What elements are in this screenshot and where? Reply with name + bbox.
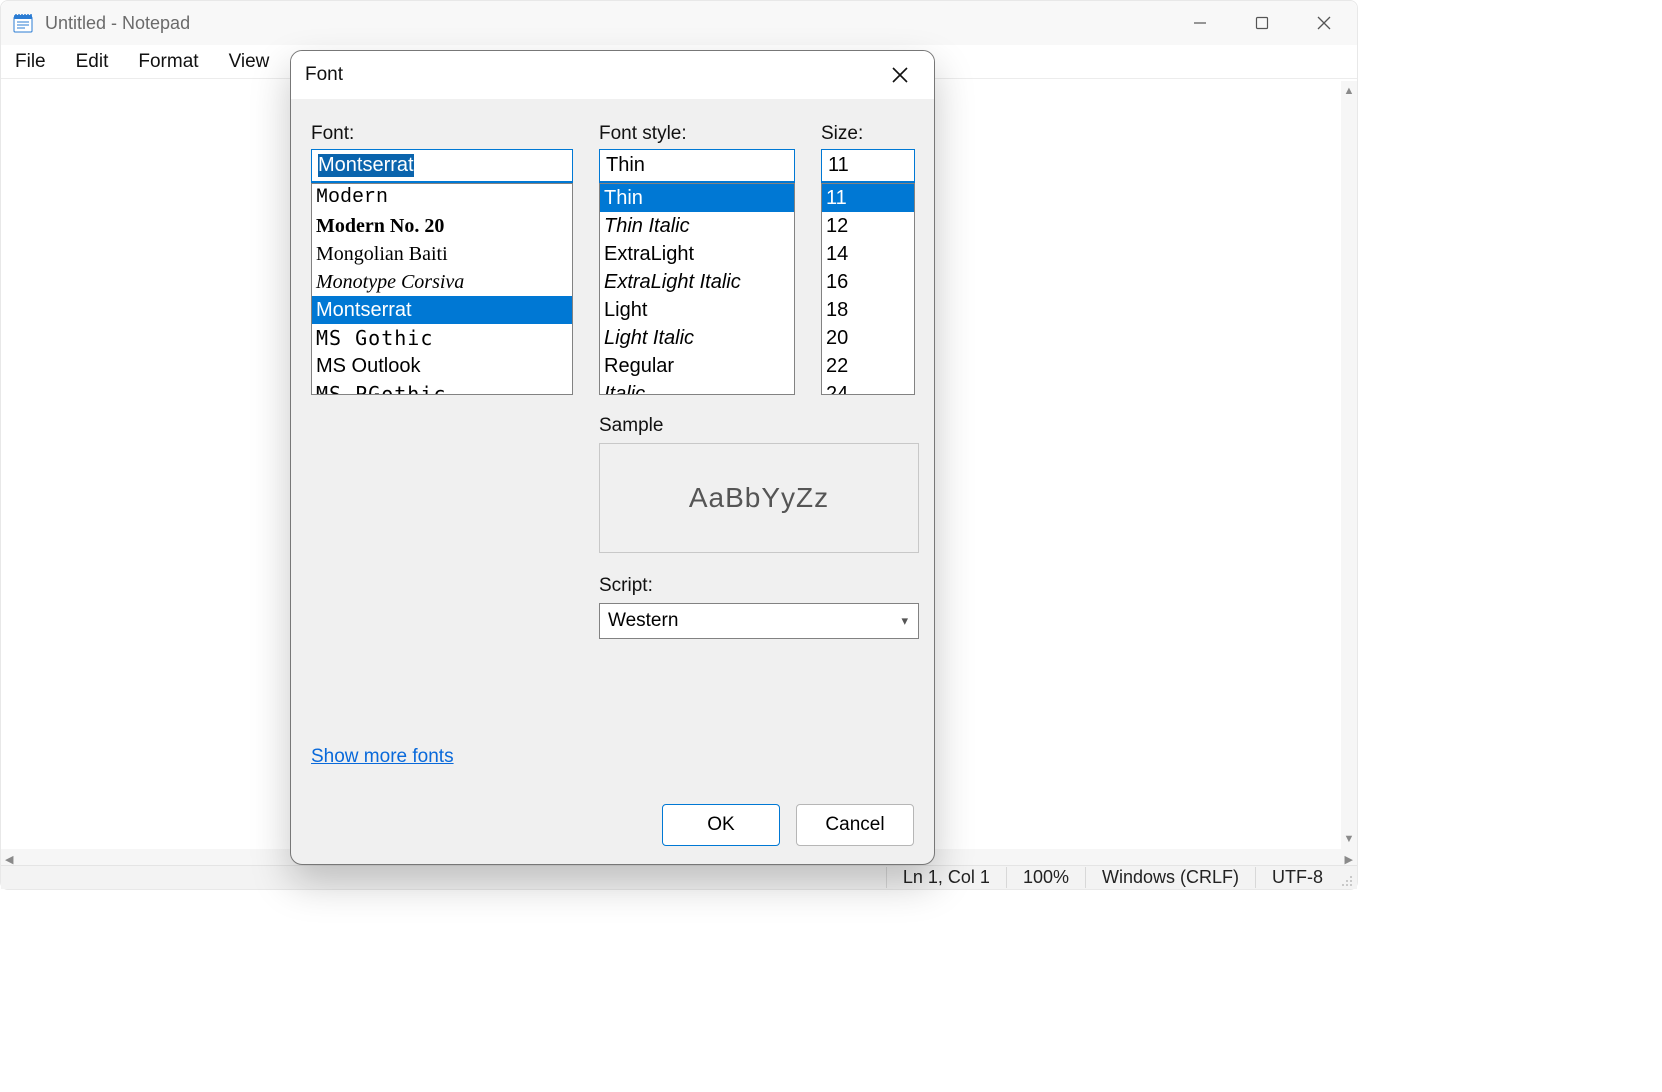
style-input[interactable] [599, 149, 795, 183]
size-listbox[interactable]: 1112141618202224 [821, 183, 915, 395]
menu-view[interactable]: View [225, 49, 274, 75]
chevron-down-icon: ▾ [901, 613, 908, 629]
scroll-right-icon[interactable]: ▶ [1345, 853, 1353, 866]
close-button[interactable] [1295, 3, 1353, 43]
style-label: Font style: [599, 123, 795, 145]
maximize-button[interactable] [1233, 3, 1291, 43]
font-listbox[interactable]: ModernModern No. 20Mongolian BaitiMonoty… [311, 183, 573, 395]
status-encoding: UTF-8 [1255, 867, 1339, 888]
menu-file[interactable]: File [11, 49, 50, 75]
font-option[interactable]: Modern [312, 184, 572, 212]
titlebar[interactable]: Untitled - Notepad [1, 1, 1357, 45]
menu-edit[interactable]: Edit [72, 49, 113, 75]
notepad-icon [11, 11, 35, 35]
style-option[interactable]: Thin Italic [600, 212, 794, 240]
show-more-fonts-link[interactable]: Show more fonts [311, 746, 454, 768]
scroll-up-icon[interactable]: ▲ [1344, 85, 1355, 97]
status-zoom: 100% [1006, 867, 1085, 888]
script-value: Western [608, 610, 678, 632]
sample-group: Sample AaBbYyZz [599, 415, 919, 553]
size-option[interactable]: 18 [822, 296, 914, 324]
window-title: Untitled - Notepad [45, 13, 1171, 34]
size-option[interactable]: 22 [822, 352, 914, 380]
status-cursor: Ln 1, Col 1 [886, 867, 1006, 888]
size-input[interactable] [821, 149, 915, 183]
scroll-left-icon[interactable]: ◀ [5, 853, 13, 866]
font-option[interactable]: MS Gothic [312, 324, 572, 352]
size-option[interactable]: 20 [822, 324, 914, 352]
vertical-scrollbar[interactable]: ▲ ▼ [1341, 81, 1357, 849]
dialog-body: Font: ModernModern No. 20Mongolian Baiti… [291, 99, 934, 864]
font-picker: Font: ModernModern No. 20Mongolian Baiti… [311, 123, 573, 395]
resize-grip-icon[interactable] [1339, 871, 1355, 887]
ok-button[interactable]: OK [662, 804, 780, 846]
font-option[interactable]: Modern No. 20 [312, 212, 572, 240]
dialog-buttons: OK Cancel [662, 804, 914, 846]
size-option[interactable]: 16 [822, 268, 914, 296]
style-option[interactable]: Light Italic [600, 324, 794, 352]
menu-format[interactable]: Format [134, 49, 202, 75]
style-picker: Font style: ThinThin ItalicExtraLightExt… [599, 123, 795, 395]
style-listbox[interactable]: ThinThin ItalicExtraLightExtraLight Ital… [599, 183, 795, 395]
font-option[interactable]: Monotype Corsiva [312, 268, 572, 296]
font-label: Font: [311, 123, 573, 145]
style-option[interactable]: Regular [600, 352, 794, 380]
style-option[interactable]: ExtraLight [600, 240, 794, 268]
size-option[interactable]: 12 [822, 212, 914, 240]
size-option[interactable]: 14 [822, 240, 914, 268]
font-option[interactable]: MS PGothic [312, 380, 572, 395]
style-option[interactable]: Light [600, 296, 794, 324]
cancel-button[interactable]: Cancel [796, 804, 914, 846]
font-option[interactable]: Mongolian Baiti [312, 240, 572, 268]
size-label: Size: [821, 123, 915, 145]
scroll-down-icon[interactable]: ▼ [1344, 833, 1355, 845]
minimize-button[interactable] [1171, 3, 1229, 43]
style-option[interactable]: Italic [600, 380, 794, 395]
dialog-title: Font [305, 64, 880, 86]
font-option[interactable]: Montserrat [312, 296, 572, 324]
status-lineending: Windows (CRLF) [1085, 867, 1255, 888]
font-dialog: Font Font: ModernModern No. 20Mongolian … [290, 50, 935, 865]
sample-label: Sample [599, 415, 919, 437]
close-icon [891, 66, 909, 84]
statusbar: Ln 1, Col 1 100% Windows (CRLF) UTF-8 [1, 865, 1357, 889]
dialog-close-button[interactable] [880, 55, 920, 95]
font-option[interactable]: MS Outlook [312, 352, 572, 380]
sample-preview: AaBbYyZz [599, 443, 919, 553]
style-option[interactable]: Thin [600, 184, 794, 212]
size-option[interactable]: 11 [822, 184, 914, 212]
script-select[interactable]: Western ▾ [599, 603, 919, 639]
style-option[interactable]: ExtraLight Italic [600, 268, 794, 296]
size-option[interactable]: 24 [822, 380, 914, 395]
script-label: Script: [599, 575, 919, 597]
script-group: Script: Western ▾ [599, 575, 919, 639]
size-picker: Size: 1112141618202224 [821, 123, 915, 395]
dialog-titlebar[interactable]: Font [291, 51, 934, 99]
font-input[interactable] [311, 149, 573, 183]
window-controls [1171, 3, 1353, 43]
